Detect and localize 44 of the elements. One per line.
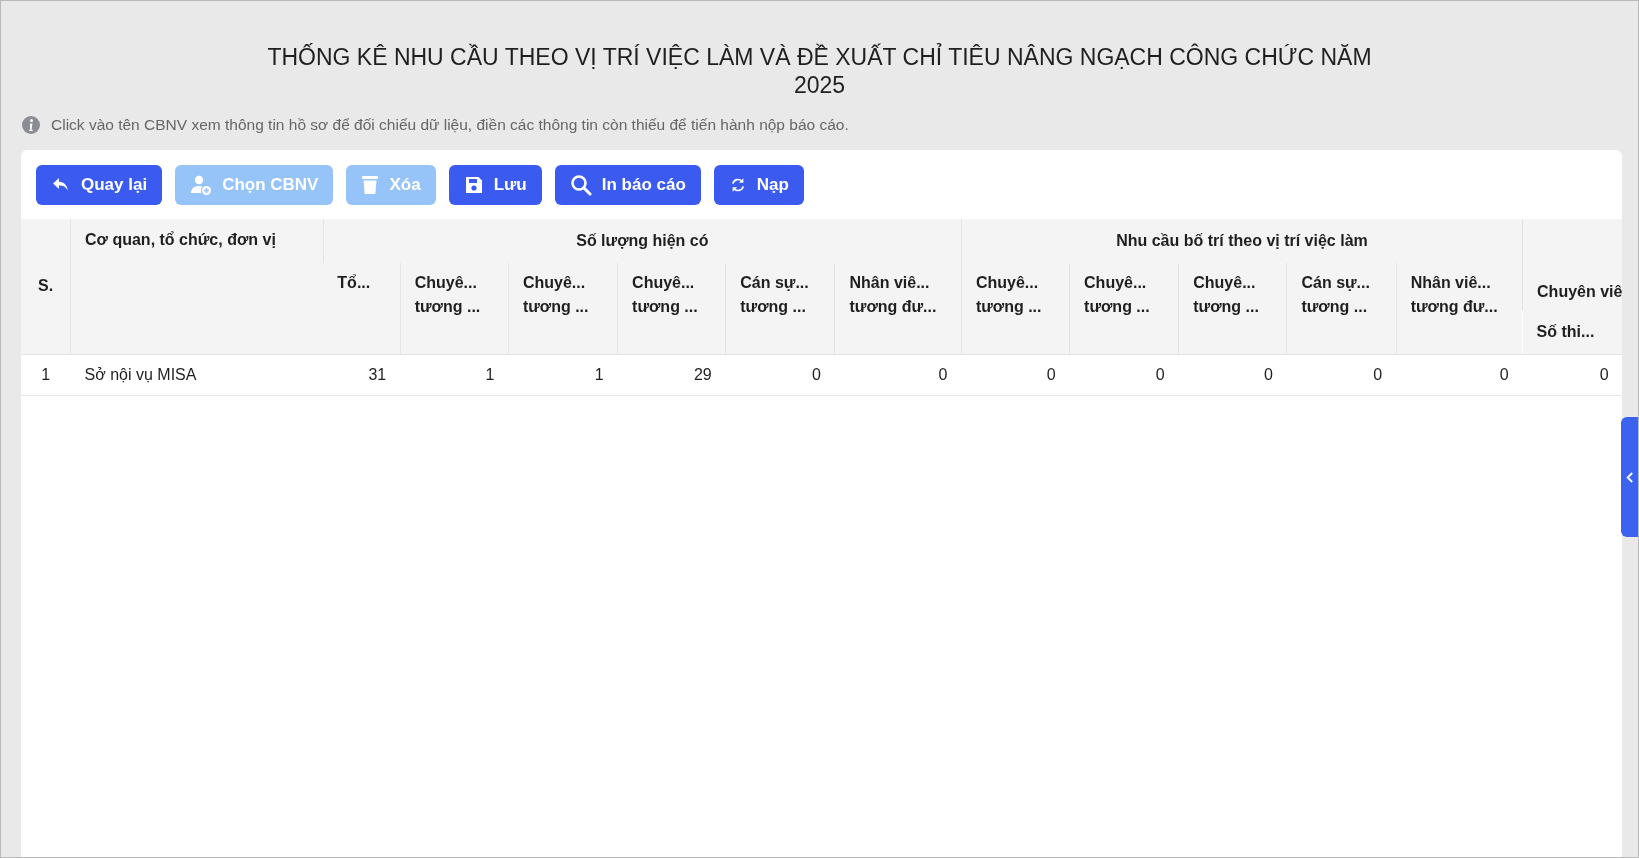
toolbar-button[interactable]: Lưu xyxy=(448,165,542,205)
page-title: THỐNG KÊ NHU CẦU THEO VỊ TRÍ VIỆC LÀM VÀ ĐỀ XUẤT CHỈ TIÊU NÂNG NGẠCH CÔNG CHỨC NĂM 2025 xyxy=(266,43,1373,99)
save-icon xyxy=(463,175,484,195)
table-cell: 0 xyxy=(1069,354,1179,395)
column-header: Chuyê... tương ... xyxy=(400,263,509,354)
search-icon xyxy=(569,174,592,196)
table-cell: 0 xyxy=(1286,354,1397,395)
column-header: Chuyê... tương ... xyxy=(961,263,1070,354)
column-header: Tổ... xyxy=(323,263,401,354)
trash-icon xyxy=(361,175,380,195)
table-cell: 0 xyxy=(725,354,835,395)
column-header: S. xyxy=(21,219,71,354)
column-header: Cơ quan, tổ chức, đơn vị xyxy=(70,219,324,354)
table-cell: 0 xyxy=(1178,354,1287,395)
toolbar-button[interactable]: In báo cáo xyxy=(554,165,701,205)
column-header: Cán sự... tương ... xyxy=(1286,263,1397,354)
column-header: Chuyê... tương ... xyxy=(617,263,726,354)
user-add-icon xyxy=(190,174,213,196)
table-cell: 0 xyxy=(1522,354,1622,395)
column-header: Cán sự... tương ... xyxy=(725,263,835,354)
column-header: Chuyê... tương ... xyxy=(1178,263,1287,354)
column-header: Nhân viê... tương đư... xyxy=(1396,263,1523,354)
table-cell: 1 xyxy=(508,354,618,395)
chevron-left-icon xyxy=(1625,470,1634,484)
table-cell: 0 xyxy=(1396,354,1523,395)
group-header: Số lượng hiện có xyxy=(323,219,962,263)
table-cell: Sở nội vụ MISA xyxy=(70,354,324,395)
table-cell: 29 xyxy=(617,354,726,395)
column-header: Chuyê... tương ... xyxy=(1069,263,1179,354)
group-header: Nhu cầu bố trí theo vị trí việc làm xyxy=(961,219,1523,263)
info-text: Click vào tên CBNV xem thông tin hồ sơ để đối chiếu dữ liệu, điền các thông tin còn thiếu để tiến hành nộp báo cáo. xyxy=(51,116,849,134)
table-cell: 0 xyxy=(961,354,1070,395)
column-header: Số thi... xyxy=(1522,311,1622,354)
column-header: Chuyê... tương ... xyxy=(508,263,618,354)
toolbar-button[interactable]: Quay lại xyxy=(36,165,163,205)
toolbar-button[interactable]: Nạp xyxy=(713,165,804,205)
table-cell: 0 xyxy=(834,354,962,395)
info-icon xyxy=(21,115,41,135)
column-header: Nhân viê... tương đư... xyxy=(834,263,962,354)
table-cell: 31 xyxy=(323,354,401,395)
side-panel-handle[interactable] xyxy=(1621,417,1638,537)
group-header: Chuyên viê xyxy=(1522,219,1622,311)
table-cell: 1 xyxy=(400,354,509,395)
table-cell: 1 xyxy=(21,354,71,395)
